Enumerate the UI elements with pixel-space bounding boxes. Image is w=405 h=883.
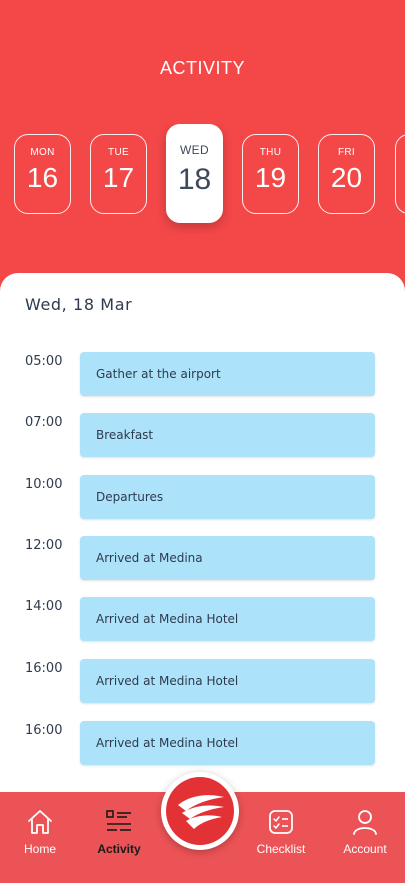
fab-inner [166,777,234,845]
activity-card[interactable]: Arrived at Medina Hotel [80,597,375,641]
checklist-icon [269,810,293,834]
activity-card[interactable]: Breakfast [80,413,375,457]
day-selector: MON 16 TUE 17 WED 18 THU 19 FRI 20 [0,124,405,234]
nav-home-label: Home [23,842,56,856]
day-card-mon[interactable]: MON 16 [14,134,71,214]
wing-logo-icon [178,795,224,829]
nav-checklist-label: Checklist [256,842,306,856]
center-action-button[interactable] [161,772,239,850]
schedule-row: 10:00 Departures [0,475,405,521]
nav-account[interactable]: Account [325,808,405,856]
day-number: 17 [102,162,135,193]
nav-activity[interactable]: Activity [79,808,159,856]
schedule-row: 07:00 Breakfast [0,413,405,459]
schedule-row: 12:00 Arrived at Medina [0,536,405,582]
activity-card[interactable]: Gather at the airport [80,352,375,396]
schedule-panel: Wed, 18 Mar 05:00 Gather at the airport … [0,273,405,803]
schedule-date: Wed, 18 Mar [25,295,133,314]
user-icon [353,810,377,835]
day-number: 18 [177,163,212,196]
day-name: FRI [337,147,355,158]
schedule-time: 12:00 [25,538,63,553]
nav-activity-label: Activity [97,842,141,856]
schedule-row: 14:00 Arrived at Medina Hotel [0,597,405,643]
schedule-time: 07:00 [25,415,63,430]
day-card-wed-selected[interactable]: WED 18 [166,124,223,223]
schedule-time: 14:00 [25,599,63,614]
activity-card[interactable]: Arrived at Medina Hotel [80,659,375,703]
nav-checklist[interactable]: Checklist [241,808,321,856]
schedule-time: 16:00 [25,661,63,676]
day-name: TUE [108,147,129,158]
day-card-fri[interactable]: FRI 20 [318,134,375,214]
schedule-time: 16:00 [25,723,63,738]
header: ACTIVITY MON 16 TUE 17 WED 18 THU 19 FRI… [0,0,405,300]
schedule-row: 05:00 Gather at the airport [0,352,405,398]
page-title: ACTIVITY [159,58,245,78]
day-name: WED [180,143,209,157]
schedule-row: 16:00 Arrived at Medina Hotel [0,721,405,767]
schedule-time: 05:00 [25,354,63,369]
day-card-thu[interactable]: THU 19 [242,134,299,214]
day-number: 19 [254,162,287,193]
activity-card[interactable]: Arrived at Medina [80,536,375,580]
day-card-tue[interactable]: TUE 17 [90,134,147,214]
nav-home[interactable]: Home [0,808,80,856]
day-name: THU [259,147,282,158]
schedule-time: 10:00 [25,477,63,492]
day-number: 16 [26,162,59,193]
activity-card[interactable]: Arrived at Medina Hotel [80,721,375,765]
nav-account-label: Account [343,842,387,856]
list-icon [106,810,131,831]
day-name: MON [30,147,55,158]
schedule-row: 16:00 Arrived at Medina Hotel [0,659,405,705]
home-icon [28,810,52,834]
day-number: 20 [330,162,363,193]
activity-card[interactable]: Departures [80,475,375,519]
day-card-next-partial[interactable] [395,134,405,214]
